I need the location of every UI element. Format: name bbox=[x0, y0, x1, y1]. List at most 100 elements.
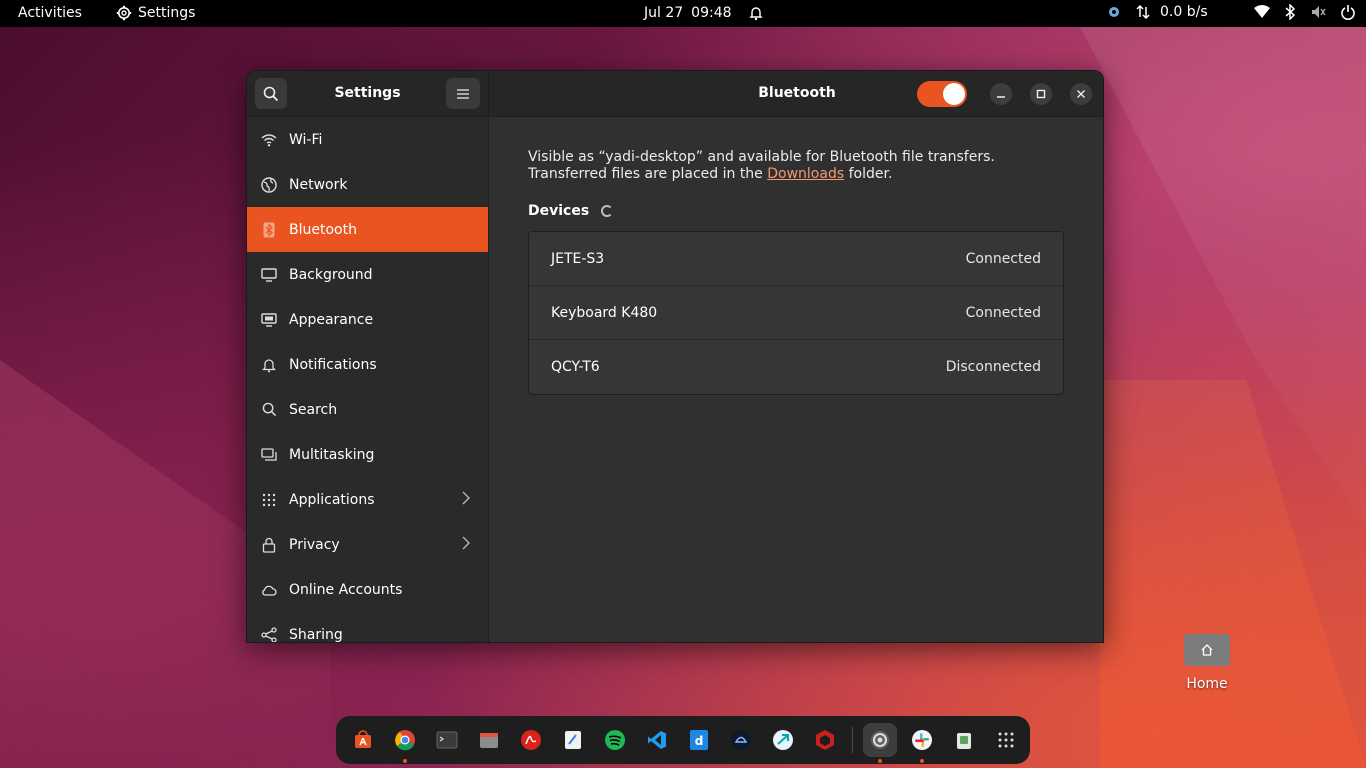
vpn-icon[interactable] bbox=[724, 723, 758, 757]
device-status: Disconnected bbox=[945, 359, 1041, 375]
wifi-icon bbox=[261, 132, 277, 148]
sidebar-item-bluetooth[interactable]: Bluetooth bbox=[247, 207, 488, 252]
minimize-button[interactable] bbox=[990, 83, 1012, 105]
files-icon[interactable] bbox=[472, 723, 506, 757]
sidebar-item-wifi[interactable]: Wi-Fi bbox=[247, 117, 488, 162]
wallpaper-facet bbox=[1100, 380, 1366, 768]
adobe-reader-icon[interactable] bbox=[514, 723, 548, 757]
content-header: Bluetooth bbox=[489, 71, 1103, 117]
volume-muted-icon bbox=[1312, 6, 1326, 18]
sidebar-item-privacy[interactable]: Privacy bbox=[247, 522, 488, 567]
alarm-bell-icon bbox=[748, 7, 763, 21]
sidebar-item-notifications[interactable]: Notifications bbox=[247, 342, 488, 387]
home-label: Home bbox=[1186, 676, 1228, 692]
monitor-icon bbox=[261, 267, 277, 283]
sidebar-header: Settings bbox=[247, 71, 488, 117]
bluetooth-toggle[interactable] bbox=[917, 81, 967, 107]
clock-date: Jul 27 bbox=[644, 5, 684, 21]
clock-time: 09:48 bbox=[691, 5, 732, 21]
spotify-icon[interactable] bbox=[598, 723, 632, 757]
dictionary-icon[interactable]: d bbox=[682, 723, 716, 757]
device-list: JETE-S3 Connected Keyboard K480 Connecte… bbox=[528, 231, 1064, 395]
sidebar-item-network[interactable]: Network bbox=[247, 162, 488, 207]
gear-icon bbox=[116, 5, 132, 21]
wallpaper-facet bbox=[1080, 27, 1366, 527]
sidebar-item-multitasking[interactable]: Multitasking bbox=[247, 432, 488, 477]
bell-icon bbox=[261, 357, 277, 373]
content-pane: Bluetooth Visible as “yadi-desktop” and … bbox=[489, 71, 1103, 642]
home-icon bbox=[1201, 644, 1213, 656]
vscode-icon[interactable] bbox=[640, 723, 674, 757]
show-apps-icon[interactable] bbox=[989, 723, 1023, 757]
top-bar: Activities Settings Jul 27 09:48 0.0 b/s bbox=[0, 0, 1366, 27]
devices-heading: Devices bbox=[528, 203, 614, 219]
desktop-home-folder[interactable]: Home bbox=[1180, 626, 1234, 692]
main-menu-button[interactable] bbox=[446, 78, 480, 109]
sidebar-item-label: Privacy bbox=[289, 536, 340, 553]
sidebar-item-label: Bluetooth bbox=[289, 221, 357, 238]
maximize-button[interactable] bbox=[1030, 83, 1052, 105]
sidebar: Settings Wi-Fi Network Bluetooth Backgro… bbox=[247, 71, 489, 642]
power-icon bbox=[1341, 5, 1355, 20]
cloud-icon bbox=[261, 582, 277, 598]
slack-icon[interactable] bbox=[905, 723, 939, 763]
wifi-status-icon bbox=[1254, 5, 1270, 18]
settings-app-icon[interactable] bbox=[863, 723, 897, 763]
app-menu-label: Settings bbox=[138, 5, 196, 21]
text-editor-icon[interactable] bbox=[556, 723, 590, 757]
grid-icon bbox=[261, 492, 277, 508]
sidebar-item-search[interactable]: Search bbox=[247, 387, 488, 432]
system-tray[interactable]: 0.0 b/s bbox=[1106, 4, 1356, 20]
network-speed: 0.0 b/s bbox=[1160, 4, 1208, 20]
sidebar-item-label: Sharing bbox=[289, 626, 343, 643]
app-menu[interactable]: Settings bbox=[116, 5, 195, 21]
chevron-right-icon bbox=[462, 491, 470, 509]
sidebar-item-applications[interactable]: Applications bbox=[247, 477, 488, 522]
downloads-link[interactable]: Downloads bbox=[767, 166, 844, 182]
device-row[interactable]: QCY-T6 Disconnected bbox=[529, 340, 1063, 394]
trash-icon[interactable] bbox=[947, 723, 981, 757]
dock-separator bbox=[852, 727, 853, 753]
minimize-icon bbox=[997, 96, 1005, 98]
sidebar-item-background[interactable]: Background bbox=[247, 252, 488, 297]
chevron-right-icon bbox=[462, 536, 470, 554]
toggle-knob bbox=[943, 83, 965, 105]
devices-label: Devices bbox=[528, 203, 590, 219]
description-text-end: folder. bbox=[844, 166, 893, 182]
sidebar-item-label: Notifications bbox=[289, 356, 377, 373]
visibility-description: Visible as “yadi-desktop” and available … bbox=[528, 149, 1073, 183]
share-icon bbox=[261, 626, 277, 642]
device-status: Connected bbox=[965, 250, 1041, 267]
dock: d bbox=[336, 716, 1030, 764]
close-icon bbox=[1077, 90, 1085, 98]
redhat-icon[interactable] bbox=[808, 723, 842, 757]
folder-icon bbox=[1184, 626, 1230, 666]
clock[interactable]: Jul 27 09:48 bbox=[644, 5, 764, 21]
sidebar-item-label: Applications bbox=[289, 491, 375, 508]
sidebar-item-label: Network bbox=[289, 176, 348, 193]
hamburger-menu-icon bbox=[457, 88, 469, 99]
sidebar-item-sharing[interactable]: Sharing bbox=[247, 612, 488, 643]
sidebar-item-label: Appearance bbox=[289, 311, 374, 328]
sidebar-item-label: Background bbox=[289, 266, 373, 283]
description-text: Visible as “yadi-desktop” and available … bbox=[528, 149, 995, 182]
sidebar-item-appearance[interactable]: Appearance bbox=[247, 297, 488, 342]
device-name: JETE-S3 bbox=[551, 250, 605, 267]
sidebar-item-online-accounts[interactable]: Online Accounts bbox=[247, 567, 488, 612]
svg-text:d: d bbox=[695, 734, 704, 748]
remote-desktop-icon[interactable] bbox=[766, 723, 800, 757]
device-row[interactable]: JETE-S3 Connected bbox=[529, 232, 1063, 286]
sidebar-item-label: Search bbox=[289, 401, 338, 418]
close-button[interactable] bbox=[1070, 83, 1092, 105]
appearance-icon bbox=[261, 312, 277, 328]
maximize-icon bbox=[1036, 89, 1046, 99]
chrome-icon[interactable] bbox=[388, 723, 422, 763]
activities-button[interactable]: Activities bbox=[18, 5, 82, 21]
sidebar-item-label: Multitasking bbox=[289, 446, 375, 463]
sidebar-item-label: Online Accounts bbox=[289, 581, 403, 598]
globe-icon bbox=[261, 176, 277, 193]
terminal-icon[interactable] bbox=[430, 723, 464, 757]
multitasking-icon bbox=[261, 447, 277, 463]
software-store-icon[interactable] bbox=[346, 723, 380, 757]
device-row[interactable]: Keyboard K480 Connected bbox=[529, 286, 1063, 340]
